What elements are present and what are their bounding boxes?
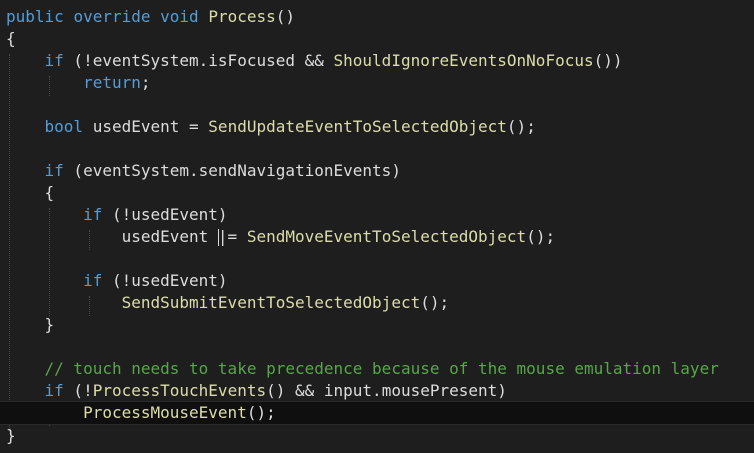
code-text: { bbox=[6, 29, 16, 48]
code-keyword: return bbox=[83, 73, 141, 92]
code-text: (!usedEvent) bbox=[102, 205, 228, 224]
code-text: ; bbox=[140, 73, 151, 92]
code-line[interactable]: bool usedEvent = SendUpdateEventToSelect… bbox=[0, 116, 754, 138]
code-keyword: if bbox=[83, 205, 103, 224]
code-text: ()) bbox=[593, 51, 623, 70]
code-method: Process bbox=[208, 7, 276, 26]
code-method: SendUpdateEventToSelectedObject bbox=[208, 117, 507, 136]
code-keyword: override bbox=[73, 7, 151, 26]
code-text: () && input.mousePresent) bbox=[266, 381, 507, 400]
code-text: usedEvent = bbox=[83, 117, 209, 136]
code-keyword: bool bbox=[44, 117, 84, 136]
code-keyword: if bbox=[44, 161, 64, 180]
code-comment: // touch needs to take precedence becaus… bbox=[44, 359, 719, 378]
code-keyword: void bbox=[160, 7, 199, 26]
code-keyword: if bbox=[44, 51, 64, 70]
code-text: (); bbox=[420, 293, 450, 312]
code-line[interactable]: return; bbox=[0, 72, 754, 94]
code-text: { bbox=[44, 183, 55, 202]
code-line[interactable]: if (!eventSystem.isFocused && ShouldIgno… bbox=[0, 50, 754, 72]
code-editor[interactable]: public override void Process() { if (!ev… bbox=[0, 0, 754, 453]
code-line[interactable]: if (!usedEvent) bbox=[0, 270, 754, 292]
code-text: () bbox=[275, 7, 296, 26]
code-text: (); bbox=[246, 403, 276, 422]
code-text: |= bbox=[217, 227, 247, 246]
code-text: (! bbox=[63, 381, 93, 400]
code-line[interactable]: if (!ProcessTouchEvents() && input.mouse… bbox=[0, 380, 754, 402]
code-line[interactable]: } bbox=[0, 425, 754, 447]
code-text: } bbox=[6, 426, 16, 445]
code-line-current[interactable]: ProcessMouseEvent(); bbox=[0, 401, 754, 425]
code-line[interactable]: if (eventSystem.sendNavigationEvents) bbox=[0, 160, 754, 182]
code-text: (); bbox=[526, 227, 556, 246]
code-method: SendMoveEventToSelectedObject bbox=[246, 227, 527, 246]
code-text: (); bbox=[506, 117, 536, 136]
code-text: } bbox=[44, 315, 55, 334]
code-method: ProcessTouchEvents bbox=[92, 381, 267, 400]
code-line[interactable]: { bbox=[0, 182, 754, 204]
code-text: (!usedEvent) bbox=[102, 271, 228, 290]
code-text: usedEvent bbox=[121, 227, 218, 246]
code-keyword: if bbox=[83, 271, 103, 290]
code-line[interactable]: SendSubmitEventToSelectedObject(); bbox=[0, 292, 754, 314]
code-line[interactable]: { bbox=[0, 28, 754, 50]
code-line[interactable]: if (!usedEvent) bbox=[0, 204, 754, 226]
code-method: ShouldIgnoreEventsOnNoFocus bbox=[333, 51, 594, 70]
code-keyword: if bbox=[44, 381, 64, 400]
code-text: (eventSystem.sendNavigationEvents) bbox=[63, 161, 401, 180]
code-line[interactable]: // touch needs to take precedence becaus… bbox=[0, 358, 754, 380]
code-line[interactable]: } bbox=[0, 314, 754, 336]
code-line[interactable]: public override void Process() bbox=[0, 6, 754, 28]
code-line[interactable]: usedEvent |= SendMoveEventToSelectedObje… bbox=[0, 226, 754, 248]
code-text: (!eventSystem.isFocused && bbox=[63, 51, 334, 70]
code-keyword: public bbox=[6, 7, 64, 26]
code-method: SendSubmitEventToSelectedObject bbox=[121, 293, 421, 312]
code-method: ProcessMouseEvent bbox=[83, 403, 247, 422]
